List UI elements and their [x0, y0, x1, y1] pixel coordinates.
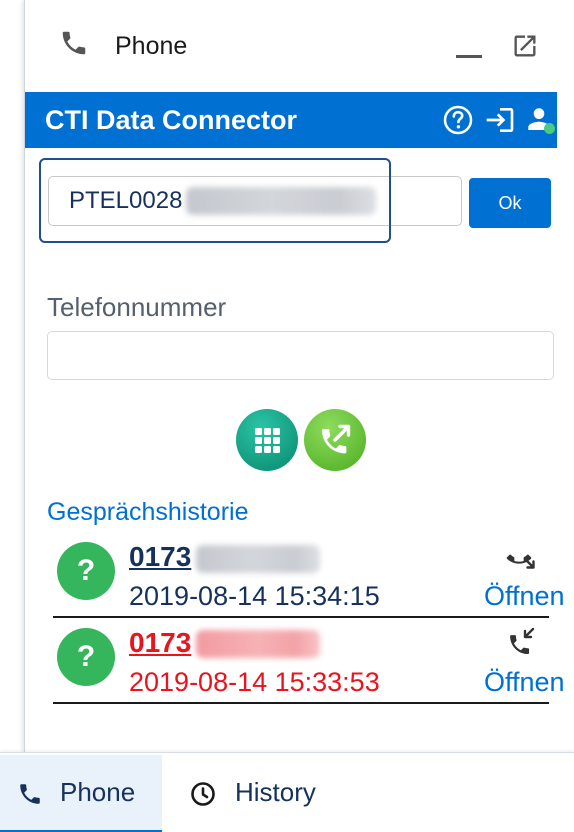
call-button[interactable]	[304, 409, 366, 471]
utility-tab-history[interactable]: History	[162, 755, 362, 832]
ok-button[interactable]: Ok	[469, 178, 551, 228]
dialpad-icon	[255, 428, 280, 453]
utility-tab-label: History	[235, 777, 316, 807]
phone-number-label: Telefonnummer	[47, 292, 227, 322]
phone-icon	[62, 31, 86, 55]
call-number-link[interactable]: 0173	[129, 626, 191, 660]
connector-title: CTI Data Connector	[45, 105, 298, 135]
utility-tab-label: Phone	[60, 777, 136, 807]
redacted-blur	[196, 630, 320, 658]
outgoing-call-icon	[506, 554, 535, 569]
open-record-link[interactable]: Öffnen	[484, 580, 565, 612]
user-status-icon[interactable]	[525, 104, 557, 136]
avatar: ?	[57, 628, 115, 686]
utility-tab-phone[interactable]: Phone	[0, 755, 162, 832]
panel-title: Phone	[115, 32, 188, 60]
softphone-window: Phone CTI Data Connector Ok	[0, 0, 574, 832]
outbound-call-icon	[322, 424, 351, 454]
call-number-link[interactable]: 0173	[129, 540, 191, 574]
phone-icon	[20, 784, 40, 804]
call-datetime: 2019-08-14 15:33:53	[129, 667, 380, 697]
login-icon[interactable]	[484, 104, 516, 136]
avatar: ?	[57, 542, 115, 600]
redacted-blur	[196, 545, 320, 573]
call-datetime: 2019-08-14 15:34:15	[129, 581, 380, 611]
phone-number-input[interactable]	[47, 331, 554, 380]
softphone-panel: Phone CTI Data Connector Ok	[24, 0, 574, 752]
incoming-call-icon	[510, 627, 535, 655]
open-record-link[interactable]: Öffnen	[484, 666, 565, 698]
help-icon[interactable]	[442, 104, 474, 136]
divider	[53, 616, 549, 618]
connector-header: CTI Data Connector	[25, 92, 557, 148]
redacted-blur	[186, 187, 376, 215]
popout-icon[interactable]	[511, 32, 539, 60]
dialpad-button[interactable]	[236, 409, 298, 471]
minimize-icon[interactable]	[456, 55, 482, 58]
call-history-title: Gesprächshistorie	[47, 498, 249, 526]
divider	[53, 702, 549, 704]
clock-icon	[191, 782, 215, 806]
utility-bar: Phone History	[0, 752, 574, 832]
